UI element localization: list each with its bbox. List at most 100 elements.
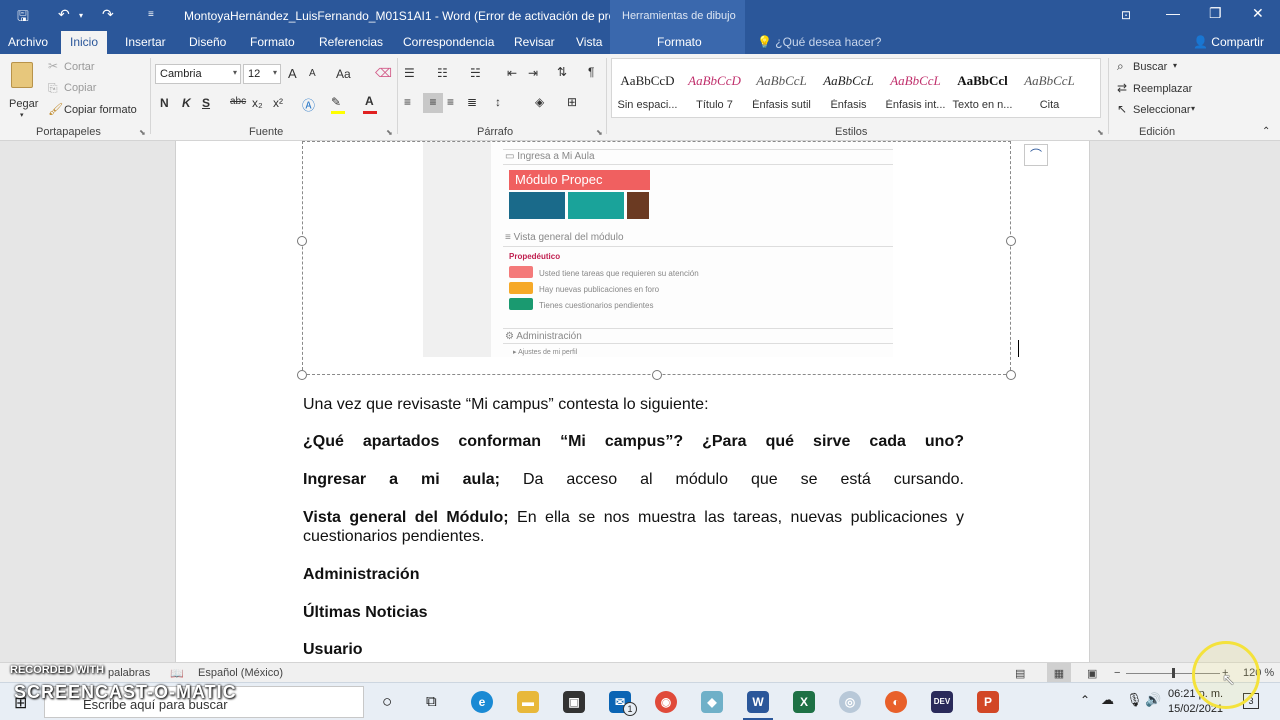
resize-handle-bottom[interactable] xyxy=(652,370,662,380)
picture-selection-frame[interactable]: ▭ Ingresa a Mi Aula Módulo Propec ≡ Vist… xyxy=(297,141,1019,380)
font-color-icon[interactable]: A xyxy=(365,94,374,108)
dev-app-icon[interactable]: DEV xyxy=(931,691,953,713)
shading-icon[interactable]: ◈ xyxy=(535,95,544,109)
cut-button[interactable]: Cortar xyxy=(64,61,95,73)
maximize-icon[interactable]: ❐ xyxy=(1209,5,1222,22)
web-layout-icon[interactable]: ▣ xyxy=(1087,667,1097,680)
font-launcher-icon[interactable]: ⬊ xyxy=(386,128,393,137)
align-center-icon[interactable]: ≡ xyxy=(423,93,443,113)
firefox-icon[interactable]: ◐ xyxy=(885,691,907,713)
tab-inicio[interactable]: Inicio xyxy=(61,31,108,54)
font-name-combo[interactable]: Cambria ▾ xyxy=(155,64,241,84)
word-count[interactable]: palabras xyxy=(108,667,150,679)
line-spacing-icon[interactable]: ↕ xyxy=(495,95,501,109)
tab-correspondencia[interactable]: Correspondencia xyxy=(403,35,494,49)
redo-icon[interactable]: ↷ xyxy=(102,6,114,23)
paragraph-launcher-icon[interactable]: ⬊ xyxy=(596,128,603,137)
select-dropdown-icon[interactable]: ▾ xyxy=(1191,104,1195,113)
clipboard-launcher-icon[interactable]: ⬊ xyxy=(139,128,146,137)
app-icon[interactable]: ◆ xyxy=(701,691,723,713)
language-indicator[interactable]: Español (México) xyxy=(198,667,283,679)
store-icon[interactable]: ▣ xyxy=(563,691,585,713)
styles-launcher-icon[interactable]: ⬊ xyxy=(1097,128,1104,137)
clear-format-icon[interactable]: ⌫ xyxy=(375,66,392,80)
proofing-icon[interactable]: 📖 xyxy=(170,667,184,680)
decrease-indent-icon[interactable]: ⇤ xyxy=(507,66,517,80)
italic-button[interactable]: K xyxy=(182,96,191,110)
style-item[interactable]: AaBbCcD Título 7 xyxy=(681,59,748,117)
increase-indent-icon[interactable]: ⇥ xyxy=(528,66,538,80)
tab-formato[interactable]: Formato xyxy=(250,35,295,49)
style-item[interactable]: AaBbCcl Texto en n... xyxy=(949,59,1016,117)
print-layout-icon[interactable]: ▦ xyxy=(1047,663,1071,682)
tab-referencias[interactable]: Referencias xyxy=(319,35,383,49)
copy-button[interactable]: Copiar xyxy=(64,82,96,94)
tab-revisar[interactable]: Revisar xyxy=(514,35,555,49)
volume-icon[interactable]: 🔊 xyxy=(1145,692,1161,708)
tab-formato-dibujo[interactable]: Formato xyxy=(657,35,702,49)
grow-font-button[interactable]: A xyxy=(288,66,297,81)
tray-chevron-icon[interactable]: ⌃ xyxy=(1080,693,1090,707)
save-icon[interactable]: 🖫 xyxy=(17,6,29,30)
find-dropdown-icon[interactable]: ▾ xyxy=(1173,61,1177,70)
find-button[interactable]: Buscar xyxy=(1133,61,1167,73)
paste-button[interactable]: Pegar ▾ xyxy=(8,60,38,119)
tab-insertar[interactable]: Insertar xyxy=(125,35,166,49)
style-item[interactable]: AaBbCcL Énfasis xyxy=(815,59,882,117)
change-case-button[interactable]: Aa xyxy=(336,67,351,81)
style-item[interactable]: AaBbCcL Cita xyxy=(1016,59,1083,117)
font-size-combo[interactable]: 12 ▾ xyxy=(243,64,281,84)
superscript-button[interactable]: x² xyxy=(273,96,283,110)
resize-handle-left[interactable] xyxy=(297,236,307,246)
excel-icon[interactable]: X xyxy=(793,691,815,713)
style-item[interactable]: AaBbCcL Énfasis int... xyxy=(882,59,949,117)
numbering-icon[interactable]: ☷ xyxy=(437,66,448,80)
collapse-ribbon-icon[interactable]: ⌃ xyxy=(1262,126,1270,137)
edge-icon[interactable]: e xyxy=(471,691,493,713)
format-painter-button[interactable]: Copiar formato xyxy=(64,104,137,116)
customize-qat-icon[interactable]: ≡ xyxy=(148,9,154,20)
embedded-screenshot[interactable]: ▭ Ingresa a Mi Aula Módulo Propec ≡ Vist… xyxy=(423,142,893,357)
share-button[interactable]: 👤 Compartir xyxy=(1193,35,1264,49)
recorder-icon[interactable]: ◎ xyxy=(839,691,861,713)
file-explorer-icon[interactable]: ▬ xyxy=(517,691,539,713)
document-page[interactable]: ▭ Ingresa a Mi Aula Módulo Propec ≡ Vist… xyxy=(175,141,1090,662)
select-button[interactable]: Seleccionar xyxy=(1133,104,1190,116)
zoom-slider-thumb[interactable] xyxy=(1172,668,1175,678)
subscript-button[interactable]: x₂ xyxy=(252,96,263,110)
underline-button[interactable]: S xyxy=(202,96,210,110)
microphone-icon[interactable]: 🎙 xyxy=(1126,692,1143,708)
undo-dropdown-icon[interactable]: ▾ xyxy=(79,11,83,20)
align-right-icon[interactable]: ≡ xyxy=(447,95,454,109)
tab-diseno[interactable]: Diseño xyxy=(189,35,226,49)
style-item[interactable]: AaBbCcL Énfasis sutil xyxy=(748,59,815,117)
style-item[interactable]: AaBbCcD Sin espaci... xyxy=(614,59,681,117)
resize-handle-bottom-right[interactable] xyxy=(1006,370,1016,380)
ribbon-display-icon[interactable]: ⊡ xyxy=(1121,8,1131,22)
strikethrough-button[interactable]: abc xyxy=(230,96,246,107)
chrome-icon[interactable]: ◉ xyxy=(655,691,677,713)
bullets-icon[interactable]: ☰ xyxy=(404,66,415,80)
zoom-out-icon[interactable]: − xyxy=(1114,667,1120,679)
minimize-icon[interactable]: — xyxy=(1166,5,1180,21)
tab-archivo[interactable]: Archivo xyxy=(8,35,48,49)
multilevel-list-icon[interactable]: ☵ xyxy=(470,66,481,80)
layout-options-icon[interactable]: ⌒ xyxy=(1024,144,1048,166)
close-icon[interactable]: ✕ xyxy=(1252,5,1264,22)
word-icon[interactable]: W xyxy=(747,691,769,713)
resize-handle-bottom-left[interactable] xyxy=(297,370,307,380)
tell-me-box[interactable]: 💡 ¿Qué desea hacer? xyxy=(757,35,881,49)
bold-button[interactable]: N xyxy=(160,96,169,110)
powerpoint-icon[interactable]: P xyxy=(977,691,999,713)
pilcrow-icon[interactable]: ¶ xyxy=(588,65,594,79)
text-effects-icon[interactable]: Ⓐ xyxy=(302,95,315,114)
borders-icon[interactable]: ⊞ xyxy=(567,95,577,109)
task-view-icon[interactable]: ⧉ xyxy=(426,693,437,710)
onedrive-icon[interactable]: ☁ xyxy=(1101,692,1114,708)
align-left-icon[interactable]: ≡ xyxy=(404,95,411,109)
tab-vista[interactable]: Vista xyxy=(576,35,602,49)
shrink-font-button[interactable]: A xyxy=(309,68,316,79)
cortana-icon[interactable]: ○ xyxy=(382,692,392,712)
resize-handle-right[interactable] xyxy=(1006,236,1016,246)
highlight-icon[interactable]: ✎ xyxy=(331,95,341,109)
